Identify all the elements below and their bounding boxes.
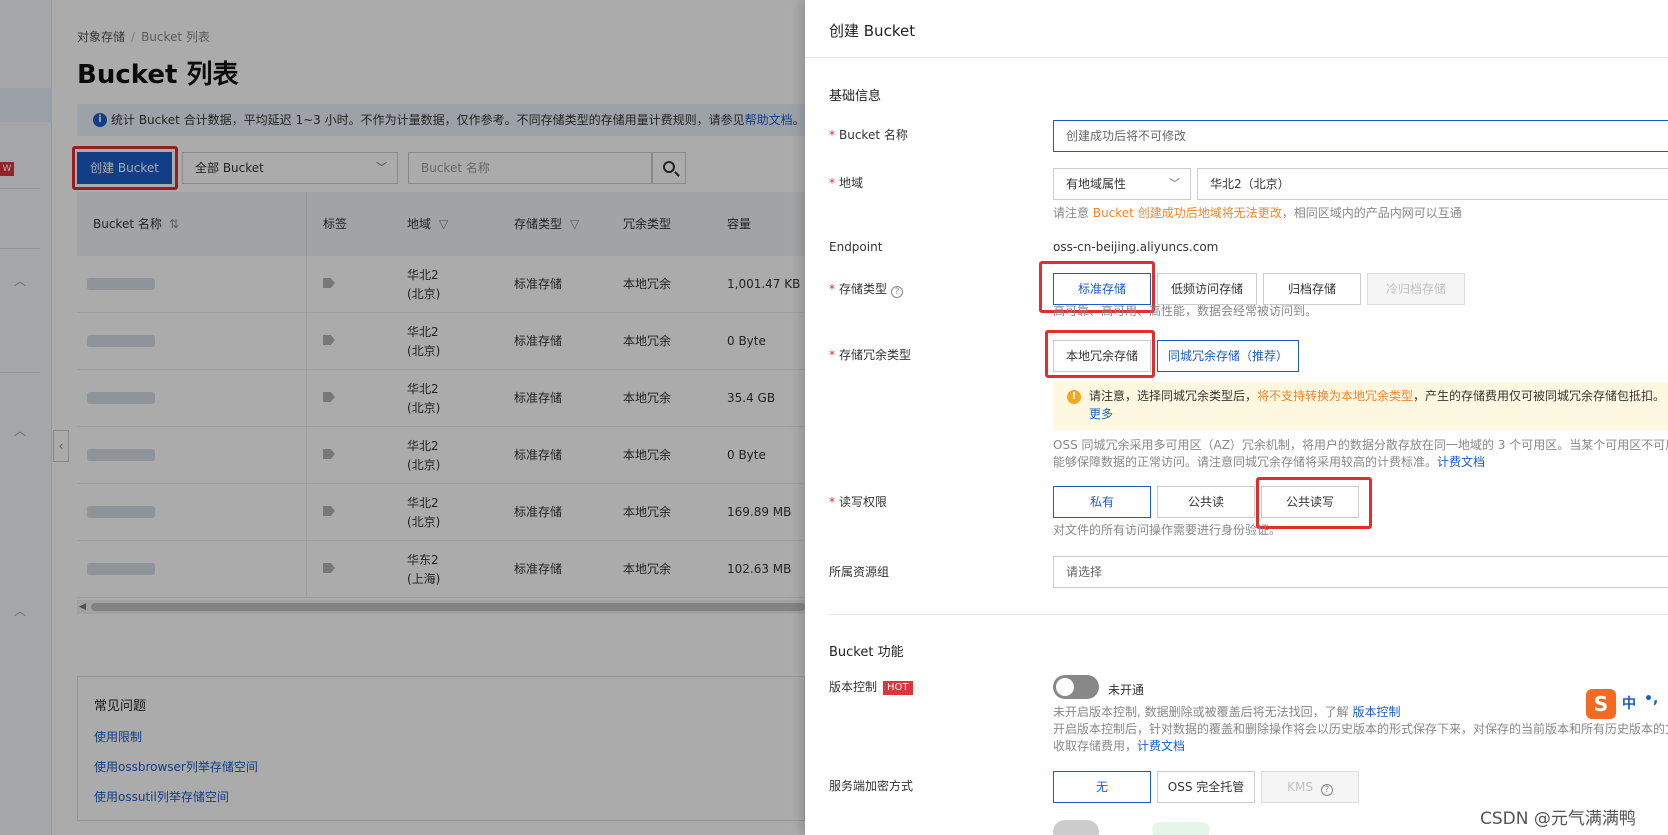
- help-icon[interactable]: ?: [891, 286, 904, 298]
- next-option-toggle[interactable]: [1053, 820, 1099, 835]
- region-select[interactable]: 华北2（北京）: [1197, 168, 1668, 200]
- endpoint-label: Endpoint: [829, 240, 883, 254]
- storage-ia-option[interactable]: 低频访问存储: [1157, 273, 1257, 305]
- resource-group-select[interactable]: 请选择: [1053, 556, 1668, 588]
- learn-more-link[interactable]: 更多: [1089, 407, 1113, 421]
- create-bucket-drawer: 创建 Bucket 基础信息 * Bucket 名称 创建成功后将不可修改 * 地域…: [805, 0, 1668, 835]
- redundancy-label: * 存储冗余类型: [829, 348, 912, 362]
- versioning-toggle[interactable]: [1053, 675, 1099, 699]
- region-attribute-select[interactable]: 有地域属性 ﹀: [1053, 168, 1191, 200]
- acl-hint: 对文件的所有访问操作需要进行身份验证。: [1053, 523, 1282, 537]
- chevron-down-icon: ﹀: [1169, 177, 1180, 190]
- region-label: * 地域: [829, 176, 864, 190]
- modal-overlay[interactable]: [0, 0, 805, 835]
- bucket-name-label: * Bucket 名称: [829, 128, 908, 142]
- acl-public-read-option[interactable]: 公共读: [1157, 486, 1255, 518]
- highlight-box: [1045, 330, 1155, 378]
- encryption-kms-option[interactable]: KMS ?: [1261, 771, 1359, 803]
- ime-punctuation[interactable]: •,: [1644, 691, 1658, 707]
- help-icon: ?: [1320, 784, 1333, 796]
- versioning-hint: 未开启版本控制, 数据删除或被覆盖后将无法找回，了解 版本控制 开启版本控制后，…: [1053, 705, 1668, 753]
- versioning-link[interactable]: 版本控制: [1352, 705, 1400, 719]
- encryption-oss-option[interactable]: OSS 完全托管: [1157, 771, 1255, 803]
- acl-private-option[interactable]: 私有: [1053, 486, 1151, 518]
- ime-language[interactable]: 中: [1622, 693, 1636, 713]
- status-tag: [1152, 822, 1210, 835]
- billing-doc-link[interactable]: 计费文档: [1137, 739, 1185, 753]
- storage-class-hint: 高可靠、高可用、高性能，数据会经常被访问到。: [1053, 304, 1318, 318]
- section-basic-info: 基础信息: [829, 89, 882, 104]
- storage-cold-archive-option[interactable]: 冷归档存储: [1367, 273, 1465, 305]
- drawer-title: 创建 Bucket: [829, 22, 916, 40]
- billing-doc-link[interactable]: 计费文档: [1437, 455, 1485, 469]
- hot-badge: HOT: [883, 681, 913, 695]
- encryption-label: 服务端加密方式: [829, 779, 914, 793]
- encryption-none-option[interactable]: 无: [1053, 771, 1151, 803]
- zrs-warning: ! 请注意，选择同城冗余类型后，将不支持转换为本地冗余类型，产生的存储费用仅可被…: [1053, 382, 1668, 430]
- warning-icon: !: [1067, 390, 1081, 404]
- region-hint: 请注意 Bucket 创建成功后地域将无法更改，相同区域内的产品内网可以互通: [1053, 206, 1462, 220]
- bucket-name-input[interactable]: 创建成功后将不可修改: [1053, 120, 1668, 152]
- ime-logo-icon: S: [1586, 689, 1616, 719]
- resource-group-label: 所属资源组: [829, 565, 890, 579]
- watermark: CSDN @元气满满鸭: [1480, 809, 1636, 829]
- versioning-label: 版本控制 HOT: [829, 678, 913, 695]
- storage-archive-option[interactable]: 归档存储: [1263, 273, 1361, 305]
- screen: W ︿ ︿ ︿ ‹ 对象存储 / Bucket 列表 Bucket 列表 i 统计 …: [0, 0, 1668, 835]
- redundancy-zrs-option[interactable]: 同城冗余存储（推荐）: [1157, 340, 1299, 372]
- section-bucket-features: Bucket 功能: [829, 645, 904, 660]
- endpoint-value: oss-cn-beijing.aliyuncs.com: [1053, 240, 1219, 254]
- ime-toolbar[interactable]: S 中 •,: [1586, 689, 1668, 719]
- storage-class-label: * 存储类型?: [829, 280, 904, 298]
- versioning-state: 未开通: [1108, 683, 1145, 697]
- zrs-hint: OSS 同城冗余采用多可用区（AZ）冗余机制，将用户的数据分散存放在同一地域的 …: [1053, 438, 1668, 469]
- acl-label: * 读写权限: [829, 495, 888, 509]
